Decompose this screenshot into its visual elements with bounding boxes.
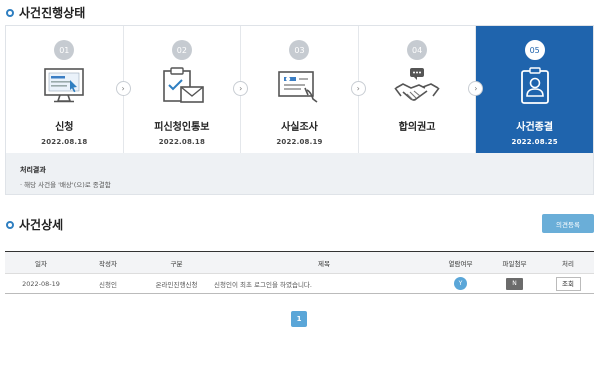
detail-section-title: 사건상세 xyxy=(6,216,63,233)
step-1: 01 신청 2022.08.18 › xyxy=(6,26,131,153)
cell-date: 2022-08-19 xyxy=(22,279,60,288)
step-5-current: 05 사건종결 2022.08.25 xyxy=(476,26,593,153)
file-attached-badge: N xyxy=(506,277,523,290)
step-number: 04 xyxy=(407,40,428,60)
chevron-right-icon: › xyxy=(350,81,366,96)
read-status-badge: Y xyxy=(454,277,467,290)
table-row: 2022-08-19 신청인 온라인진행신청 신청인이 최초 로그인을 하였습니… xyxy=(5,273,594,294)
cell-read: Y xyxy=(434,274,487,294)
step-3: 03 사실조사 2022.08.19 › xyxy=(241,26,366,153)
step-number: 02 xyxy=(171,40,192,60)
monitor-icon xyxy=(44,68,85,103)
result-box: 처리결과 · 해당 사건을 '배상'(으)로 종결함 xyxy=(5,153,594,195)
document-search-icon xyxy=(278,71,318,103)
step-name: 신청 xyxy=(55,122,74,133)
cell-subject: 신청인이 최초 로그인을 하였습니다. xyxy=(214,280,312,289)
cell-author: 신청인 xyxy=(99,280,117,289)
circle-bullet-icon xyxy=(6,8,14,17)
step-2: 02 피신청인통보 2022.08.18 › xyxy=(124,26,249,153)
column-header-date: 일자 xyxy=(35,259,47,268)
result-label: 처리결과 xyxy=(20,166,46,174)
column-header-category: 구분 xyxy=(170,259,183,268)
column-header-file: 파일첨부 xyxy=(502,259,527,268)
step-name: 합의권고 xyxy=(398,122,436,133)
step-date: 2022.08.19 xyxy=(276,138,323,146)
column-header-subject: 제목 xyxy=(318,259,330,268)
clipboard-mail-icon xyxy=(163,67,204,103)
step-number: 01 xyxy=(54,40,75,60)
step-name: 사건종결 xyxy=(516,122,554,133)
step-number: 05 xyxy=(524,40,545,60)
pagination-page-1[interactable]: 1 xyxy=(291,311,307,327)
step-number: 03 xyxy=(289,40,310,60)
id-badge-icon xyxy=(520,67,549,104)
register-opinion-button[interactable]: 의견등록 xyxy=(542,214,594,233)
handshake-icon xyxy=(394,68,440,101)
status-section-title-text: 사건진행상태 xyxy=(19,6,86,20)
circle-bullet-icon xyxy=(6,220,14,229)
result-text: · 해당 사건을 '배상'(으)로 종결함 xyxy=(20,181,111,189)
step-name: 피신청인통보 xyxy=(154,122,210,133)
step-date: 2022.08.18 xyxy=(41,138,88,146)
step-date: 2022.08.25 xyxy=(511,138,558,146)
chevron-right-icon: › xyxy=(115,81,131,96)
column-header-read: 열람여부 xyxy=(448,259,473,268)
cell-action: 조회 xyxy=(542,274,594,294)
column-header-author: 작성자 xyxy=(99,259,117,268)
step-4: 04 합의권고 › xyxy=(359,26,484,153)
cell-category: 온라인진행신청 xyxy=(155,280,198,289)
step-name: 사실조사 xyxy=(281,122,318,133)
progress-steps: 01 신청 2022.08.18 › 02 피신청인통보 2022.08.18 … xyxy=(5,25,594,153)
table-header-row: 일자 작성자 구분 제목 열람여부 파일첨부 처리 xyxy=(5,251,594,274)
case-detail-table: 일자 작성자 구분 제목 열람여부 파일첨부 처리 2022-08-19 신청인… xyxy=(5,251,594,294)
step-date: 2022.08.18 xyxy=(158,138,206,146)
column-header-action: 처리 xyxy=(562,259,574,268)
cell-file: N xyxy=(487,274,542,294)
view-button[interactable]: 조회 xyxy=(555,276,581,291)
detail-section-title-text: 사건상세 xyxy=(19,218,64,232)
status-section-title: 사건진행상태 xyxy=(6,4,85,21)
